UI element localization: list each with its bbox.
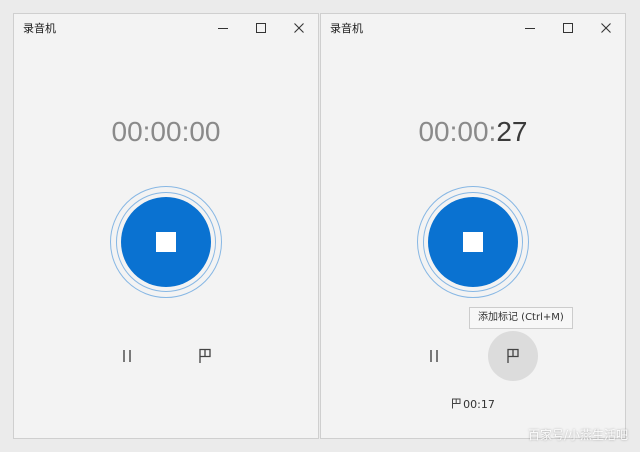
window-title: 录音机 [23, 22, 56, 35]
stop-icon [156, 232, 176, 252]
recorder-window-idle: 录音机 00:00:00 [13, 13, 319, 439]
pause-icon [123, 350, 131, 362]
elapsed-timer-seconds: 27 [496, 116, 528, 147]
elapsed-timer-prefix: 00:00: [418, 116, 497, 147]
pause-button[interactable] [414, 336, 454, 376]
add-marker-tooltip: 添加标记 (Ctrl+M) [469, 307, 573, 329]
stop-recording-button[interactable] [121, 197, 211, 287]
minimize-icon [218, 28, 228, 29]
stop-recording-button[interactable] [428, 197, 518, 287]
title-bar[interactable]: 录音机 [321, 14, 625, 42]
pause-icon [430, 350, 438, 362]
record-control [415, 184, 531, 300]
watermark-text: 百家号/小燕生活吧 [527, 428, 628, 442]
close-icon [294, 23, 304, 33]
minimize-icon [525, 28, 535, 29]
recorder-window-recording: 录音机 00:00:27 添加标记 (Ctrl+M) 00:17 [320, 13, 626, 439]
add-marker-button[interactable] [488, 331, 538, 381]
marker-list-item[interactable]: 00:17 [321, 398, 625, 411]
flag-icon [507, 348, 519, 363]
maximize-icon [256, 23, 266, 33]
record-control [108, 184, 224, 300]
close-icon [601, 23, 611, 33]
stop-icon [463, 232, 483, 252]
elapsed-timer: 00:00:00 [111, 116, 221, 147]
elapsed-timer: 00:00:27 [321, 116, 625, 148]
close-button[interactable] [280, 14, 318, 42]
flag-icon [452, 398, 461, 409]
maximize-icon [563, 23, 573, 33]
marker-time: 00:17 [463, 398, 495, 411]
maximize-button[interactable] [549, 14, 587, 42]
flag-icon [199, 348, 211, 363]
minimize-button[interactable] [204, 14, 242, 42]
minimize-button[interactable] [511, 14, 549, 42]
window-title: 录音机 [330, 22, 363, 35]
pause-button[interactable] [107, 336, 147, 376]
add-marker-button[interactable] [185, 336, 225, 376]
maximize-button[interactable] [242, 14, 280, 42]
title-bar[interactable]: 录音机 [14, 14, 318, 42]
close-button[interactable] [587, 14, 625, 42]
